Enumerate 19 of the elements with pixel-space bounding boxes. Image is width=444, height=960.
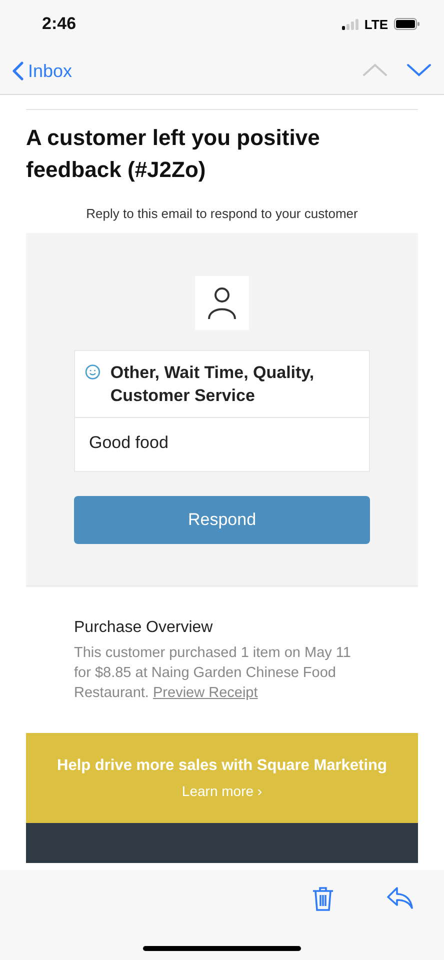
- person-icon: [207, 286, 237, 320]
- network-label: LTE: [364, 16, 388, 32]
- respond-button[interactable]: Respond: [74, 496, 370, 544]
- learn-more-link[interactable]: Learn more ›: [182, 783, 262, 799]
- preview-receipt-link[interactable]: Preview Receipt: [153, 685, 258, 701]
- email-title: A customer left you positive feedback (#J2Zo): [26, 124, 321, 184]
- purchase-heading: Purchase Overview: [74, 619, 214, 637]
- back-button[interactable]: Inbox: [12, 60, 72, 82]
- feedback-comment: Good food: [88, 432, 170, 454]
- battery-icon: [394, 18, 420, 30]
- email-subtitle: Reply to this email to respond to your customer: [85, 206, 359, 221]
- signal-icon: [342, 18, 360, 30]
- banner-headline: Help drive more sales with Square Marketing: [57, 757, 387, 775]
- purchase-summary: This customer purchased 1 item on May 11 for $8.85 at Naing Garden Chinese Food Restaurant. Preview Receipt: [74, 644, 352, 703]
- status-time: 2:46: [42, 14, 76, 34]
- chevron-left-icon: [12, 61, 24, 81]
- trash-icon[interactable]: [312, 886, 334, 912]
- reply-icon[interactable]: [386, 886, 414, 910]
- feedback-categories: Other, Wait Time, Quality, Customer Service: [110, 362, 316, 407]
